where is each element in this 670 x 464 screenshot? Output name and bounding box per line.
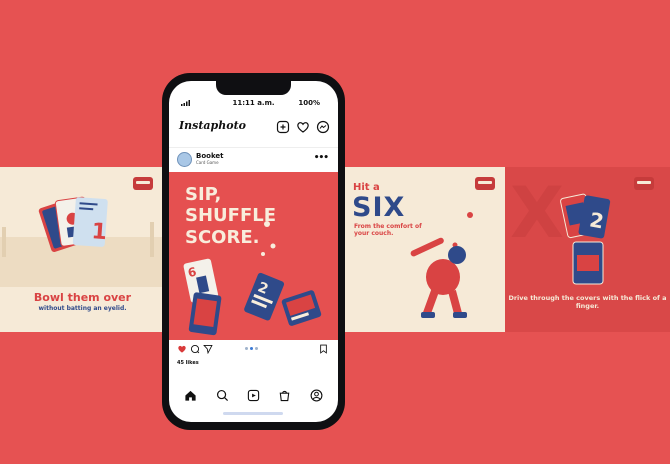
home-indicator (223, 412, 283, 415)
account-subtitle: Card Game (196, 160, 219, 165)
status-bar: 11:11 a.m. 100% (169, 99, 338, 109)
liked-heart-icon[interactable] (177, 344, 187, 354)
more-options-icon[interactable]: ••• (314, 153, 329, 163)
carousel-dot-active (250, 347, 253, 350)
post-illustration: 6 2 (183, 221, 322, 336)
add-post-icon[interactable] (276, 120, 290, 134)
panel-bowl-subtitle: without batting an eyelid. (38, 305, 127, 312)
panel-bowl: 1 Bowl them over without batting an eyel… (0, 167, 165, 332)
panel-drive: X 2 Drive through the covers with the fl… (505, 167, 670, 332)
carousel-dots (245, 347, 258, 350)
battery-level: 100% (298, 99, 320, 107)
app-header: Instaphoto (169, 117, 338, 137)
carousel-dot (245, 347, 248, 350)
comment-icon[interactable] (190, 344, 200, 354)
phone-mockup: 11:11 a.m. 100% Instaphoto Booket Card G… (162, 73, 345, 430)
share-icon[interactable] (203, 344, 213, 354)
messenger-icon[interactable] (316, 120, 330, 134)
shop-icon[interactable] (278, 389, 291, 402)
account-name[interactable]: Booket (196, 152, 224, 160)
carousel-dot (255, 347, 258, 350)
profile-icon[interactable] (310, 389, 323, 402)
brand-badge (133, 177, 153, 190)
svg-text:X: X (510, 172, 564, 254)
panel-six: Hit a SIX From the comfort of your couch… (345, 167, 505, 332)
post-actions (169, 343, 338, 357)
card-3: 1 (72, 197, 108, 247)
svg-text:1: 1 (91, 219, 108, 245)
search-icon[interactable] (216, 389, 229, 402)
reels-icon[interactable] (247, 389, 260, 402)
phone-notch (216, 81, 291, 95)
panel-drive-subtitle: Drive through the covers with the flick … (508, 294, 667, 310)
header-actions (276, 120, 330, 134)
brand-badge (634, 177, 654, 190)
home-icon[interactable] (184, 389, 197, 402)
panel-bowl-title: Bowl them over (33, 291, 132, 304)
post-image[interactable]: SIP, SHUFFLE SCORE. 6 2 (169, 172, 338, 340)
phone-screen: 11:11 a.m. 100% Instaphoto Booket Card G… (169, 81, 338, 422)
likes-count[interactable]: 45 likes (177, 360, 199, 366)
avatar[interactable] (177, 152, 192, 167)
post-header: Booket Card Game ••• (169, 147, 338, 171)
app-title: Instaphoto (179, 119, 246, 132)
batsman-illustration (410, 212, 473, 318)
bookmark-icon[interactable] (319, 344, 328, 354)
heart-icon[interactable] (296, 120, 310, 134)
bottom-nav (169, 383, 338, 407)
